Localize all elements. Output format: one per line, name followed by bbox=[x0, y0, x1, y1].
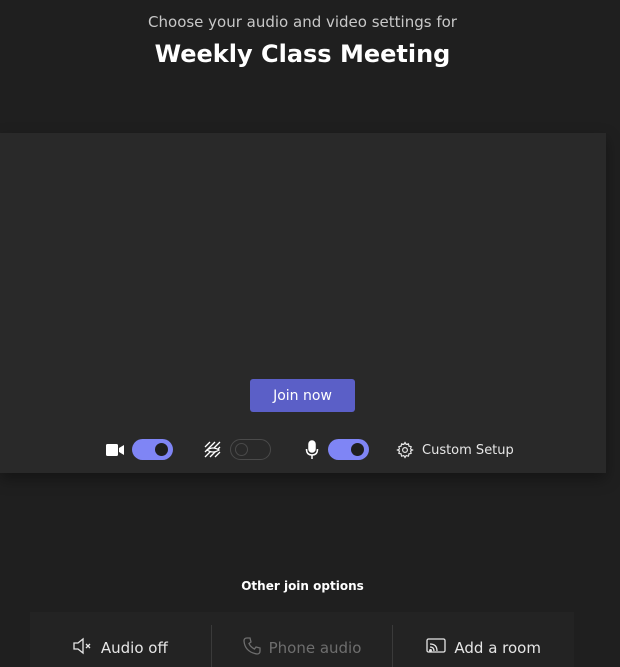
video-preview-panel: Join now Custom Setup bbox=[0, 133, 606, 473]
custom-setup-label: Custom Setup bbox=[422, 442, 514, 458]
gear-icon bbox=[396, 441, 414, 459]
custom-setup-button[interactable]: Custom Setup bbox=[396, 438, 514, 462]
audio-off-label: Audio off bbox=[100, 639, 168, 657]
add-room-option[interactable]: Add a room bbox=[392, 625, 574, 667]
other-join-options-heading: Other join options bbox=[241, 579, 364, 593]
toggle-knob bbox=[235, 443, 248, 456]
speaker-off-icon bbox=[73, 637, 93, 659]
other-join-options: Audio off Phone audio Add a room bbox=[30, 612, 574, 667]
audio-off-option[interactable]: Audio off bbox=[30, 625, 211, 667]
phone-icon bbox=[242, 637, 261, 659]
prejoin-screen: Choose your audio and video settings for… bbox=[0, 0, 620, 667]
toggle-knob bbox=[155, 443, 168, 456]
background-effects-icon bbox=[204, 441, 222, 459]
camera-toggle[interactable] bbox=[132, 439, 173, 460]
device-controls: Custom Setup bbox=[0, 435, 606, 465]
microphone-icon bbox=[305, 440, 319, 460]
join-now-button[interactable]: Join now bbox=[250, 379, 355, 412]
meeting-title: Weekly Class Meeting bbox=[154, 40, 451, 68]
microphone-toggle[interactable] bbox=[328, 439, 369, 460]
add-room-label: Add a room bbox=[454, 639, 541, 657]
phone-audio-option[interactable]: Phone audio bbox=[210, 625, 393, 667]
camera-icon bbox=[106, 442, 124, 458]
cast-icon bbox=[426, 638, 447, 658]
toggle-knob bbox=[351, 443, 364, 456]
phone-audio-label: Phone audio bbox=[268, 639, 362, 657]
background-effects-toggle[interactable] bbox=[230, 439, 271, 460]
meeting-subtitle: Choose your audio and video settings for bbox=[148, 13, 457, 31]
